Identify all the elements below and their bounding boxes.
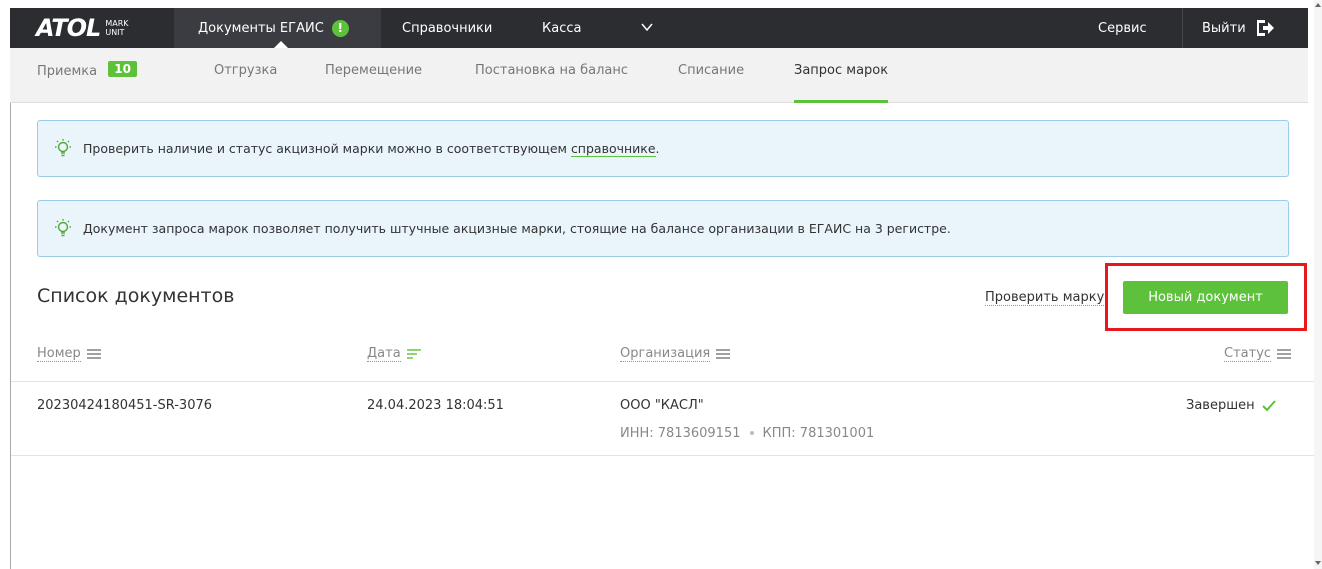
page-title: Список документов — [37, 285, 235, 307]
tab-shipment[interactable]: Отгрузка — [214, 63, 277, 103]
nav-egais-documents-label: Документы ЕГАИС — [198, 20, 324, 36]
doc-organization: ООО "КАСЛ" — [620, 398, 704, 413]
doc-status: Завершен — [1186, 398, 1276, 413]
sort-icon[interactable] — [406, 348, 421, 360]
acceptance-count-badge: 10 — [108, 61, 137, 77]
nav-egais-documents[interactable]: Документы ЕГАИС ! — [174, 8, 381, 48]
checkmark-icon — [1261, 399, 1276, 411]
lightbulb-icon — [55, 218, 71, 236]
tab-transfer[interactable]: Перемещение — [325, 63, 422, 103]
lightbulb-icon — [55, 138, 71, 156]
nav-cashier[interactable]: Касса — [542, 8, 581, 48]
doc-number: 20230424180451-SR-3076 — [37, 398, 213, 413]
logout-button[interactable]: Выйти — [1202, 8, 1275, 48]
alert-icon: ! — [331, 19, 349, 37]
doc-inn: ИНН: 7813609151 — [620, 426, 741, 441]
doc-org-details: ИНН: 7813609151 КПП: 781301001 — [620, 426, 874, 441]
info-box-check-mark: Проверить наличие и статус акцизной марк… — [37, 120, 1289, 177]
tab-mark-request[interactable]: Запрос марок — [794, 63, 889, 103]
tab-acceptance[interactable]: Приемка 10 — [37, 61, 137, 103]
check-mark-link[interactable]: Проверить марку — [985, 290, 1105, 306]
tab-writeoff[interactable]: Списание — [678, 63, 744, 103]
doc-date: 24.04.2023 18:04:51 — [367, 398, 504, 413]
dot-separator — [749, 431, 754, 435]
scroll-down-icon[interactable] — [1315, 561, 1321, 565]
info-text-1: Проверить наличие и статус акцизной марк… — [83, 141, 567, 156]
filter-icon[interactable] — [86, 348, 101, 360]
filter-icon[interactable] — [716, 348, 731, 360]
nav-divider — [1182, 8, 1183, 48]
info-box-mark-request: Документ запроса марок позволяет получит… — [37, 200, 1289, 257]
nav-service[interactable]: Сервис — [1098, 8, 1147, 48]
info-text-2: Документ запроса марок позволяет получит… — [83, 221, 951, 236]
frame-border — [10, 103, 11, 569]
table-divider — [10, 455, 1314, 456]
column-header-number[interactable]: Номер — [37, 346, 101, 362]
doc-kpp: КПП: 781301001 — [762, 426, 875, 441]
logo-text: ATOL — [36, 14, 101, 42]
column-header-organization[interactable]: Организация — [620, 346, 731, 362]
column-header-status[interactable]: Статус — [1224, 346, 1292, 362]
scrollbar[interactable] — [1314, 0, 1322, 569]
logo-subtitle: MARK UNIT — [105, 19, 129, 37]
tab-balance[interactable]: Постановка на баланс — [475, 63, 628, 103]
exit-icon — [1256, 20, 1274, 36]
chevron-down-icon[interactable] — [640, 20, 654, 34]
references-link[interactable]: справочнике — [570, 141, 656, 157]
sub-navbar: Приемка 10 Отгрузка Перемещение Постанов… — [10, 48, 1308, 103]
nav-references[interactable]: Справочники — [402, 8, 492, 48]
table-divider — [10, 381, 1314, 382]
top-navbar: ATOL MARK UNIT Документы ЕГАИС ! Справоч… — [10, 8, 1308, 48]
scroll-up-icon[interactable] — [1315, 3, 1321, 7]
highlight-annotation — [1105, 263, 1307, 331]
filter-icon[interactable] — [1277, 348, 1292, 360]
atol-logo[interactable]: ATOL MARK UNIT — [36, 8, 129, 48]
column-header-date[interactable]: Дата — [367, 346, 421, 362]
